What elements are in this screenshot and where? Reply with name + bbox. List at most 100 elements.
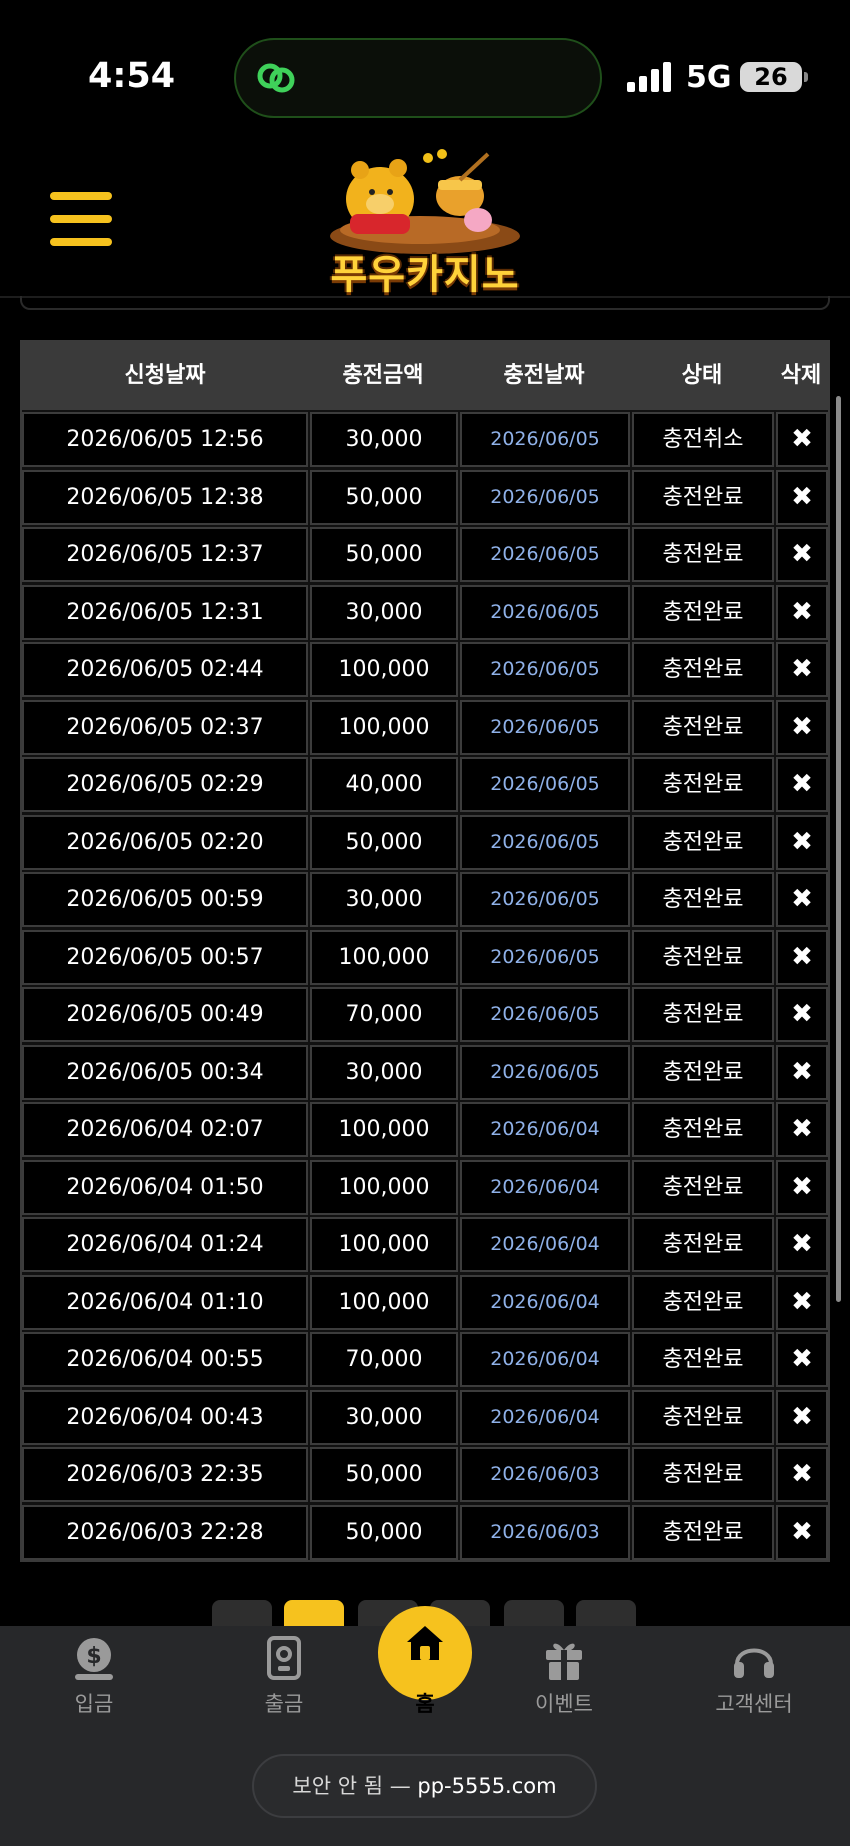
cell-charge-date[interactable]: 2026/06/04 [460, 1332, 630, 1387]
dollar-coin-icon: $ [75, 1638, 113, 1680]
nav-home[interactable] [378, 1606, 472, 1700]
cell-status: 충전완료 [632, 1504, 774, 1560]
browser-url-bar[interactable]: 보안 안 됨 — pp-5555.com [252, 1754, 597, 1818]
cell-status: 충전완료 [632, 469, 774, 525]
nav-support-label: 고객센터 [715, 1692, 793, 1716]
cell-charge-date[interactable]: 2026/06/05 [460, 814, 630, 870]
delete-button[interactable]: ✖ [776, 987, 828, 1042]
nav-deposit[interactable]: $ 입금 [34, 1636, 154, 1732]
table-row: 2026/06/05 12:31 30,000 2026/06/05 충전완료 ✖ [22, 584, 828, 642]
status-time: 4:54 [88, 56, 176, 96]
nav-deposit-label: 입금 [74, 1692, 114, 1716]
cell-charge-date[interactable]: 2026/06/04 [460, 1102, 630, 1157]
nav-support[interactable]: 고객센터 [694, 1636, 814, 1732]
delete-button[interactable]: ✖ [776, 1447, 828, 1502]
status-bar: 4:54 5G 26 [0, 0, 850, 140]
cell-status: 충전완료 [632, 1389, 774, 1445]
cell-charge-date[interactable]: 2026/06/05 [460, 642, 630, 697]
cell-status: 충전완료 [632, 814, 774, 870]
delete-button[interactable]: ✖ [776, 1102, 828, 1157]
cell-amount: 50,000 [310, 527, 458, 582]
cell-charge-date[interactable]: 2026/06/05 [460, 757, 630, 812]
delete-button[interactable]: ✖ [776, 469, 828, 525]
cell-charge-date[interactable]: 2026/06/05 [460, 584, 630, 640]
link-chain-icon [257, 63, 295, 93]
cell-charge-date[interactable]: 2026/06/04 [460, 1217, 630, 1272]
url-host: pp-5555.com [417, 1774, 557, 1798]
cell-charge-date[interactable]: 2026/06/05 [460, 412, 630, 467]
delete-button[interactable]: ✖ [776, 1217, 828, 1272]
dynamic-island [234, 38, 602, 118]
cell-charge-date[interactable]: 2026/06/05 [460, 1044, 630, 1100]
table-row: 2026/06/05 00:57 100,000 2026/06/05 충전완료 ✖ [22, 929, 828, 987]
delete-button[interactable]: ✖ [776, 1332, 828, 1387]
cell-request-date: 2026/06/04 01:50 [22, 1159, 308, 1215]
cell-charge-date[interactable]: 2026/06/05 [460, 699, 630, 755]
cell-charge-date[interactable]: 2026/06/05 [460, 527, 630, 582]
cell-charge-date[interactable]: 2026/06/04 [460, 1159, 630, 1215]
delete-button[interactable]: ✖ [776, 1159, 828, 1215]
cell-request-date: 2026/06/03 22:35 [22, 1447, 308, 1502]
delete-button[interactable]: ✖ [776, 1504, 828, 1560]
delete-button[interactable]: ✖ [776, 699, 828, 755]
cell-request-date: 2026/06/05 00:49 [22, 987, 308, 1042]
cell-request-date: 2026/06/05 02:29 [22, 757, 308, 812]
cell-request-date: 2026/06/04 00:55 [22, 1332, 308, 1387]
pooh-bear-logo-icon [330, 149, 520, 254]
nav-withdraw[interactable]: 출금 [224, 1636, 344, 1732]
delete-button[interactable]: ✖ [776, 1044, 828, 1100]
cell-amount: 30,000 [310, 1389, 458, 1445]
cell-request-date: 2026/06/05 00:59 [22, 872, 308, 927]
cell-status: 충전완료 [632, 1159, 774, 1215]
network-type: 5G [686, 60, 732, 95]
cell-amount: 100,000 [310, 1102, 458, 1157]
bottom-navigation: $ 입금 출금 홈 이벤트 고객센터 보안 안 됨 — pp-5555.com [0, 1606, 850, 1846]
delete-button[interactable]: ✖ [776, 929, 828, 985]
delete-button[interactable]: ✖ [776, 814, 828, 870]
cell-status: 충전완료 [632, 987, 774, 1042]
cell-charge-date[interactable]: 2026/06/04 [460, 1389, 630, 1445]
delete-button[interactable]: ✖ [776, 642, 828, 697]
cell-amount: 30,000 [310, 872, 458, 927]
scrollbar[interactable] [836, 396, 841, 1302]
cell-charge-date[interactable]: 2026/06/05 [460, 987, 630, 1042]
cell-request-date: 2026/06/05 12:31 [22, 584, 308, 640]
safe-icon [267, 1636, 301, 1680]
table-row: 2026/06/04 01:50 100,000 2026/06/04 충전완료 ✖ [22, 1159, 828, 1217]
cell-request-date: 2026/06/05 12:38 [22, 469, 308, 525]
cell-amount: 100,000 [310, 1159, 458, 1215]
menu-icon[interactable] [50, 192, 112, 246]
cell-charge-date[interactable]: 2026/06/04 [460, 1274, 630, 1330]
cell-amount: 30,000 [310, 584, 458, 640]
delete-button[interactable]: ✖ [776, 527, 828, 582]
cell-amount: 50,000 [310, 469, 458, 525]
col-header-charge-date: 충전날짜 [503, 363, 585, 388]
table-row: 2026/06/05 12:37 50,000 2026/06/05 충전완료 ✖ [22, 527, 828, 584]
cell-status: 충전완료 [632, 1217, 774, 1272]
charge-history-table: 신청날짜 충전금액 충전날짜 상태 삭제 2026/06/05 12:56 30,… [20, 340, 830, 1562]
cell-status: 충전완료 [632, 527, 774, 582]
cell-charge-date[interactable]: 2026/06/03 [460, 1447, 630, 1502]
cell-charge-date[interactable]: 2026/06/05 [460, 872, 630, 927]
table-header: 신청날짜 충전금액 충전날짜 상태 삭제 [22, 342, 828, 410]
delete-button[interactable]: ✖ [776, 1389, 828, 1445]
site-logo[interactable]: 푸우카지노 [310, 144, 540, 298]
delete-button[interactable]: ✖ [776, 872, 828, 927]
cell-charge-date[interactable]: 2026/06/03 [460, 1504, 630, 1560]
delete-button[interactable]: ✖ [776, 757, 828, 812]
table-row: 2026/06/03 22:28 50,000 2026/06/03 충전완료 ✖ [22, 1504, 828, 1562]
cell-charge-date[interactable]: 2026/06/05 [460, 469, 630, 525]
cell-status: 충전완료 [632, 929, 774, 985]
cell-charge-date[interactable]: 2026/06/05 [460, 929, 630, 985]
delete-button[interactable]: ✖ [776, 584, 828, 640]
cell-request-date: 2026/06/05 00:57 [22, 929, 308, 985]
delete-button[interactable]: ✖ [776, 1274, 828, 1330]
delete-button[interactable]: ✖ [776, 412, 828, 467]
cell-amount: 30,000 [310, 1044, 458, 1100]
nav-event[interactable]: 이벤트 [504, 1636, 624, 1732]
cell-status: 충전완료 [632, 1332, 774, 1387]
cell-amount: 100,000 [310, 1274, 458, 1330]
cell-status: 충전완료 [632, 872, 774, 927]
cell-request-date: 2026/06/05 02:44 [22, 642, 308, 697]
cell-amount: 40,000 [310, 757, 458, 812]
